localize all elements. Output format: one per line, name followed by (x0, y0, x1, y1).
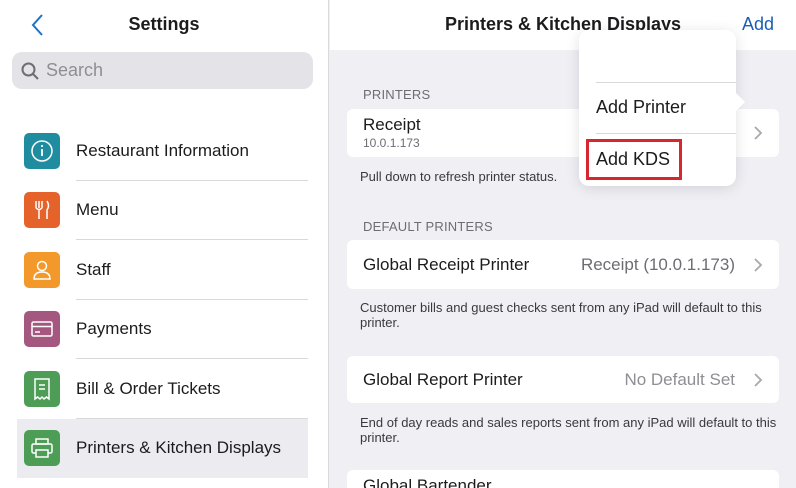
sidebar-item-menu[interactable]: Menu (0, 181, 329, 240)
chevron-right-icon (754, 372, 763, 387)
sidebar-item-label: Restaurant Information (76, 140, 249, 160)
sidebar-item-label: Menu (76, 200, 119, 220)
row-value: Receipt (10.0.1.173) (580, 254, 735, 274)
global-bartender-card: Global Bartender (347, 470, 779, 488)
person-icon (24, 251, 60, 288)
printer-name: Receipt (363, 115, 421, 134)
global-report-card: Global Report Printer No Default Set (347, 356, 779, 403)
sidebar-item-label: Printers & Kitchen Displays (76, 438, 282, 458)
global-report-printer-row[interactable]: Global Report Printer No Default Set (347, 356, 779, 403)
popover-arrow (735, 92, 745, 112)
sidebar-item-printers-kitchen-displays[interactable]: Printers & Kitchen Displays (17, 418, 308, 478)
search-input[interactable] (46, 60, 296, 81)
row-label: Global Receipt Printer (363, 254, 530, 274)
sidebar-item-label: Payments (76, 319, 152, 339)
sidebar-title: Settings (128, 14, 200, 34)
receipt-icon (24, 370, 60, 407)
highlight-box (586, 139, 682, 180)
printer-icon (24, 430, 60, 467)
settings-sidebar: Settings Restaurant Information Menu Sta… (0, 0, 329, 488)
sidebar-item-label: Bill & Order Tickets (76, 378, 221, 398)
chevron-right-icon (754, 126, 763, 140)
settings-menu: Restaurant Information Menu Staff Paymen… (0, 121, 329, 478)
fork-knife-icon (24, 192, 60, 229)
printer-ip: 10.0.1.173 (363, 136, 420, 150)
divider (596, 82, 736, 83)
credit-card-icon (24, 311, 60, 348)
chevron-right-icon (754, 257, 763, 272)
global-receipt-note: Customer bills and guest checks sent fro… (360, 300, 762, 330)
row-label: Global Report Printer (363, 369, 523, 389)
global-receipt-card: Global Receipt Printer Receipt (10.0.1.1… (347, 240, 779, 289)
sidebar-item-label: Staff (76, 259, 111, 279)
search-bar[interactable] (12, 52, 313, 89)
default-printers-section-header: DEFAULT PRINTERS (363, 219, 493, 234)
search-icon (21, 62, 39, 80)
sidebar-item-bill-order-tickets[interactable]: Bill & Order Tickets (0, 359, 329, 419)
row-label: Global Bartender (363, 476, 492, 488)
sidebar-item-payments[interactable]: Payments (0, 300, 329, 359)
divider (596, 133, 736, 134)
printers-section-header: PRINTERS (363, 87, 431, 102)
sidebar-item-staff[interactable]: Staff (0, 240, 329, 300)
sidebar-item-restaurant-information[interactable]: Restaurant Information (0, 121, 329, 181)
add-printer-option[interactable]: Add Printer (596, 97, 686, 118)
info-icon (24, 132, 60, 169)
row-value: No Default Set (624, 369, 735, 389)
global-report-note: End of day reads and sales reports sent … (360, 415, 777, 445)
add-button[interactable]: Add (742, 14, 774, 35)
global-receipt-printer-row[interactable]: Global Receipt Printer Receipt (10.0.1.1… (347, 240, 779, 289)
global-bartender-row[interactable]: Global Bartender (347, 470, 779, 488)
